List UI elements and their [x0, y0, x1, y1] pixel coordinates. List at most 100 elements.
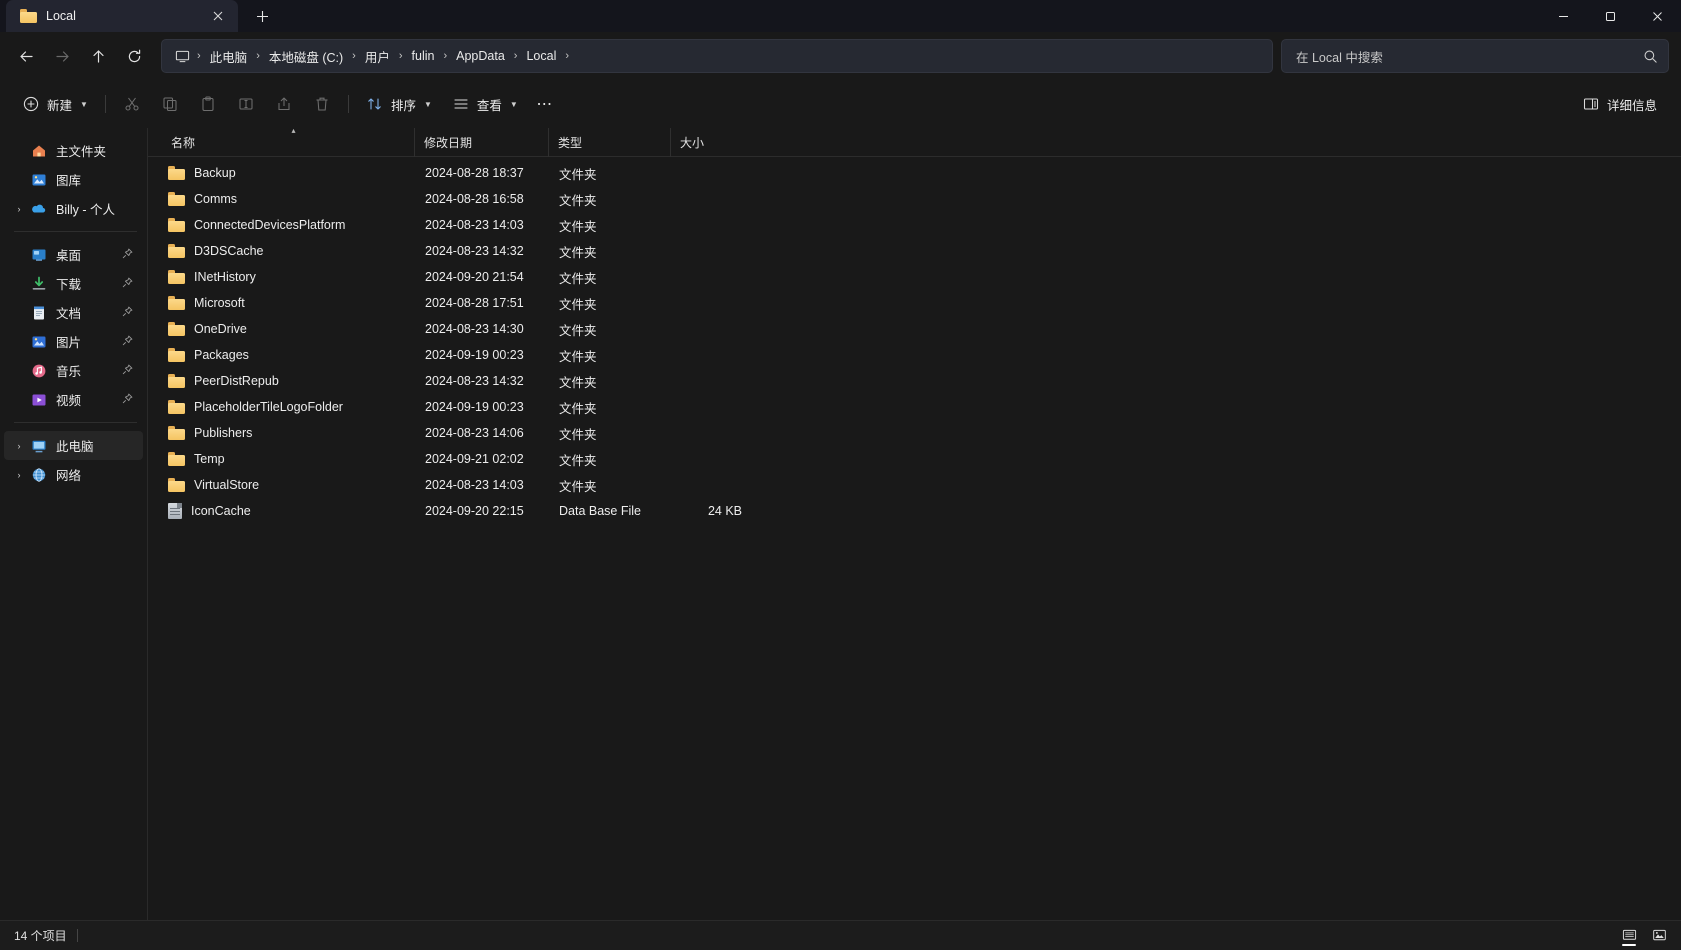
search-input[interactable]: 在 Local 中搜索: [1296, 47, 1383, 66]
back-button[interactable]: [8, 39, 44, 73]
sidebar-item-documents[interactable]: 文档: [4, 298, 143, 327]
table-row[interactable]: PlaceholderTileLogoFolder 2024-09-19 00:…: [150, 394, 1679, 420]
navigation-bar: › 此电脑 › 本地磁盘 (C:) › 用户 › fulin › AppData…: [0, 32, 1681, 80]
table-row[interactable]: VirtualStore 2024-08-23 14:03 文件夹: [150, 472, 1679, 498]
file-type-cell: Data Base File: [559, 504, 641, 518]
sidebar-item-downloads[interactable]: 下载: [4, 269, 143, 298]
chevron-right-icon[interactable]: ›: [350, 50, 358, 62]
search-icon[interactable]: [1643, 49, 1658, 64]
column-header-size[interactable]: 大小: [670, 127, 754, 157]
this-pc-icon[interactable]: [170, 49, 195, 64]
sort-button[interactable]: 排序 ▼: [356, 88, 442, 120]
chevron-right-icon[interactable]: ›: [254, 50, 262, 62]
table-row[interactable]: PeerDistRepub 2024-08-23 14:32 文件夹: [150, 368, 1679, 394]
folder-icon: [168, 452, 185, 466]
paste-button[interactable]: [189, 88, 227, 120]
sidebar-item-gallery[interactable]: 图库: [4, 165, 143, 194]
file-type-cell: 文件夹: [559, 193, 597, 208]
sidebar-item-desktop[interactable]: 桌面: [4, 240, 143, 269]
pin-icon[interactable]: [122, 391, 133, 409]
file-name-cell: OneDrive: [164, 322, 416, 336]
chevron-down-icon[interactable]: ▼: [510, 100, 518, 109]
table-row[interactable]: Comms 2024-08-28 16:58 文件夹: [150, 186, 1679, 212]
table-row[interactable]: Publishers 2024-08-23 14:06 文件夹: [150, 420, 1679, 446]
table-row[interactable]: INetHistory 2024-09-20 21:54 文件夹: [150, 264, 1679, 290]
table-row[interactable]: Microsoft 2024-08-28 17:51 文件夹: [150, 290, 1679, 316]
sidebar-item-pictures[interactable]: 图片: [4, 327, 143, 356]
file-name-cell: PlaceholderTileLogoFolder: [164, 400, 416, 414]
sidebar-item-this-pc[interactable]: › 此电脑: [4, 431, 143, 460]
breadcrumb-item-0[interactable]: 此电脑: [203, 44, 255, 69]
sidebar-item-videos[interactable]: 视频: [4, 385, 143, 414]
column-headers: ▴ 名称 修改日期 类型 大小: [148, 126, 1681, 157]
copy-button[interactable]: [151, 88, 189, 120]
breadcrumb-item-1[interactable]: 本地磁盘 (C:): [262, 44, 350, 69]
sidebar-item-onedrive-billy[interactable]: › Billy - 个人: [4, 194, 143, 223]
videos-icon: [30, 391, 47, 408]
file-name-cell: VirtualStore: [164, 478, 416, 492]
sidebar-item-music[interactable]: 音乐: [4, 356, 143, 385]
file-date-cell: 2024-08-23 14:06: [425, 426, 524, 440]
chevron-right-icon[interactable]: ›: [12, 460, 26, 489]
details-view-icon[interactable]: [1615, 924, 1643, 948]
share-button[interactable]: [265, 88, 303, 120]
new-tab-button[interactable]: [246, 1, 278, 31]
table-row[interactable]: D3DSCache 2024-08-23 14:32 文件夹: [150, 238, 1679, 264]
chevron-down-icon[interactable]: ▼: [80, 100, 88, 109]
search-box[interactable]: 在 Local 中搜索: [1281, 39, 1669, 73]
table-row[interactable]: OneDrive 2024-08-23 14:30 文件夹: [150, 316, 1679, 342]
file-date-cell: 2024-08-28 16:58: [425, 192, 524, 206]
folder-icon: [168, 426, 185, 440]
up-button[interactable]: [80, 39, 116, 73]
chevron-right-icon[interactable]: ›: [512, 50, 520, 62]
table-row[interactable]: Temp 2024-09-21 02:02 文件夹: [150, 446, 1679, 472]
address-bar[interactable]: › 此电脑 › 本地磁盘 (C:) › 用户 › fulin › AppData…: [161, 39, 1273, 73]
close-icon[interactable]: [206, 4, 230, 28]
sidebar-item-network[interactable]: › 网络: [4, 460, 143, 489]
pin-icon[interactable]: [122, 275, 133, 293]
chevron-right-icon[interactable]: ›: [12, 431, 26, 460]
view-button-label: 查看: [476, 98, 502, 113]
delete-button[interactable]: [303, 88, 341, 120]
table-row[interactable]: Backup 2024-08-28 18:37 文件夹: [150, 160, 1679, 186]
more-options-button[interactable]: ⋯: [528, 88, 562, 120]
breadcrumb-item-3[interactable]: fulin: [405, 46, 442, 66]
sidebar-item-label: 下载: [56, 278, 82, 292]
large-icons-view-icon[interactable]: [1645, 924, 1673, 948]
sidebar-item-label: 此电脑: [56, 440, 94, 454]
refresh-button[interactable]: [116, 39, 152, 73]
pin-icon[interactable]: [122, 333, 133, 351]
pin-icon[interactable]: [122, 246, 133, 264]
chevron-right-icon[interactable]: ›: [12, 194, 26, 223]
downloads-icon: [30, 275, 47, 292]
column-header-date[interactable]: 修改日期: [414, 127, 548, 157]
table-row[interactable]: ConnectedDevicesPlatform 2024-08-23 14:0…: [150, 212, 1679, 238]
chevron-down-icon[interactable]: ▼: [424, 100, 432, 109]
pin-icon[interactable]: [122, 362, 133, 380]
minimize-icon[interactable]: [1540, 0, 1587, 32]
breadcrumb-item-5[interactable]: Local: [519, 46, 563, 66]
breadcrumb-item-4[interactable]: AppData: [449, 46, 512, 66]
new-button-label: 新建: [47, 98, 73, 113]
close-icon[interactable]: [1634, 0, 1681, 32]
rename-button[interactable]: [227, 88, 265, 120]
chevron-right-icon[interactable]: ›: [397, 50, 405, 62]
column-header-name[interactable]: ▴ 名称: [162, 126, 414, 157]
tab-local[interactable]: Local: [6, 0, 238, 32]
sidebar-item-home[interactable]: 主文件夹: [4, 136, 143, 165]
pin-icon[interactable]: [122, 304, 133, 322]
cut-button[interactable]: [113, 88, 151, 120]
chevron-right-icon[interactable]: ›: [441, 50, 449, 62]
view-button[interactable]: 查看 ▼: [442, 88, 528, 120]
folder-icon: [168, 374, 185, 388]
forward-button[interactable]: [44, 39, 80, 73]
chevron-right-icon[interactable]: ›: [563, 50, 571, 62]
details-pane-button[interactable]: 详细信息: [1572, 88, 1667, 120]
column-header-type[interactable]: 类型: [548, 127, 670, 157]
new-button[interactable]: 新建 ▼: [12, 88, 98, 120]
table-row[interactable]: Packages 2024-09-19 00:23 文件夹: [150, 342, 1679, 368]
maximize-icon[interactable]: [1587, 0, 1634, 32]
file-type-cell: 文件夹: [559, 219, 597, 234]
breadcrumb-item-2[interactable]: 用户: [358, 44, 397, 69]
table-row[interactable]: IconCache 2024-09-20 22:15 Data Base Fil…: [150, 498, 1679, 524]
